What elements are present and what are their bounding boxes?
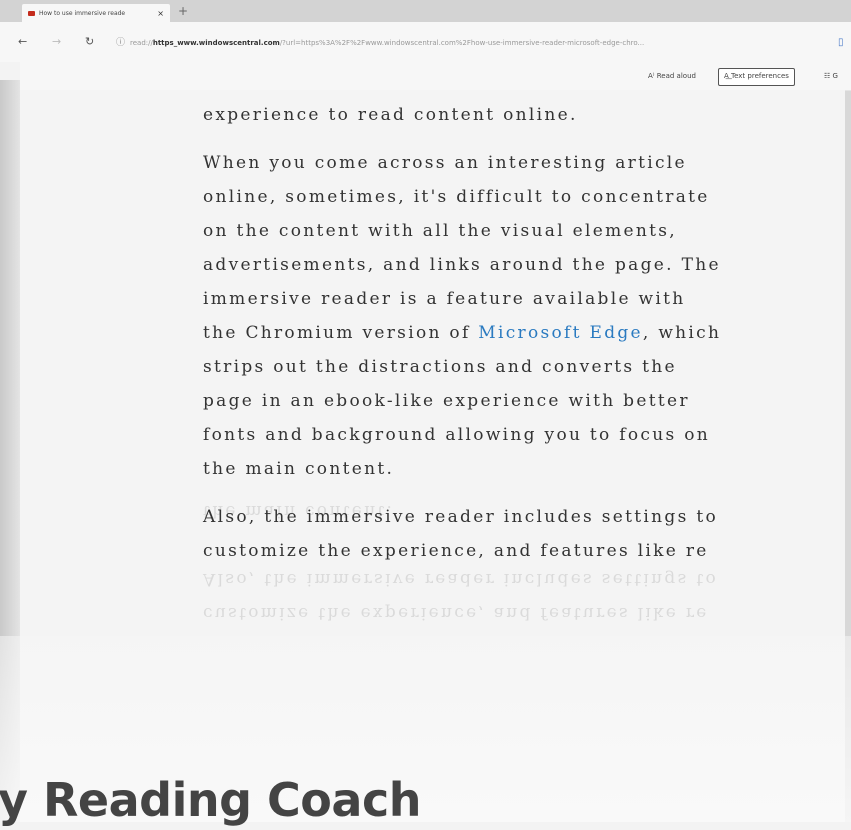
reflection-line: the main content. xyxy=(203,501,395,521)
browser-tab[interactable]: How to use immersive reade × xyxy=(22,4,170,22)
text-line: page in an ebook-like experience with be… xyxy=(203,391,690,411)
grammar-tools-icon: ☷ xyxy=(824,72,833,80)
mirrored-reflection: customize the experience, and features l… xyxy=(203,494,851,630)
microsoft-edge-link[interactable]: Microsoft Edge xyxy=(478,323,643,343)
grammar-tools-label: G xyxy=(832,72,838,80)
text-segment: , which xyxy=(642,323,722,343)
new-tab-button[interactable]: + xyxy=(178,4,188,18)
text-line: advertisements, and links around the pag… xyxy=(203,255,721,275)
grammar-tools-button[interactable]: ☷ G xyxy=(824,68,838,84)
text-preferences-button[interactable]: A͟ Text preferences xyxy=(718,68,795,86)
back-icon[interactable]: ← xyxy=(18,36,27,48)
text-preferences-label: Text preferences xyxy=(731,72,789,80)
reflection-line: Also, the immersive reader includes sett… xyxy=(203,569,718,589)
url-host: https_www.windowscentral.com xyxy=(152,39,280,47)
text-line: When you come across an interesting arti… xyxy=(203,153,687,173)
text-segment: the Chromium version of xyxy=(203,323,479,343)
reader-toolbar: A⁾ Read aloud A͟ Text preferences ☷ G xyxy=(20,62,851,91)
reflection-line xyxy=(203,528,851,562)
address-bar: ← → ↻ ⓘ read://https_www.windowscentral.… xyxy=(0,22,851,62)
text-line: online, sometimes, it's difficult to con… xyxy=(203,187,710,207)
text-line: immersive reader is a feature available … xyxy=(203,289,686,309)
url-rest: /?url=https%3A%2F%2Fwww.windowscentral.c… xyxy=(279,39,645,47)
text-line: strips out the distractions and converts… xyxy=(203,357,677,377)
text-preferences-icon: A͟ xyxy=(724,72,732,80)
read-aloud-button[interactable]: A⁾ Read aloud xyxy=(648,68,696,84)
reflection-line: customize the experience, and features l… xyxy=(203,603,709,623)
refresh-icon[interactable]: ↻ xyxy=(85,36,94,48)
text-line: fonts and background allowing you to foc… xyxy=(203,425,711,445)
text-line: experience to read content online. xyxy=(203,105,578,125)
paragraph-1: experience to read content online. xyxy=(203,98,845,132)
paragraph-2: When you come across an interesting arti… xyxy=(203,146,845,486)
site-favicon-icon xyxy=(28,10,35,16)
forward-icon[interactable]: → xyxy=(52,36,61,48)
tab-title: How to use immersive reade xyxy=(39,9,126,17)
overlay-title: y Reading Coach xyxy=(0,773,421,827)
text-line: the main content. xyxy=(203,459,395,479)
read-aloud-label: Read aloud xyxy=(656,72,696,80)
url-prefix: read:// xyxy=(130,39,153,47)
favorite-star-icon[interactable]: ▯ xyxy=(838,36,844,50)
read-aloud-icon: A⁾ xyxy=(648,72,657,80)
close-tab-icon[interactable]: × xyxy=(157,9,164,18)
url-field[interactable]: read://https_www.windowscentral.com/?url… xyxy=(130,36,830,50)
tab-strip: How to use immersive reade × + xyxy=(0,0,851,22)
text-line: the Chromium version of Microsoft Edge, … xyxy=(203,316,845,350)
reader-info-icon[interactable]: ⓘ xyxy=(116,36,125,50)
text-line: on the content with all the visual eleme… xyxy=(203,221,677,241)
